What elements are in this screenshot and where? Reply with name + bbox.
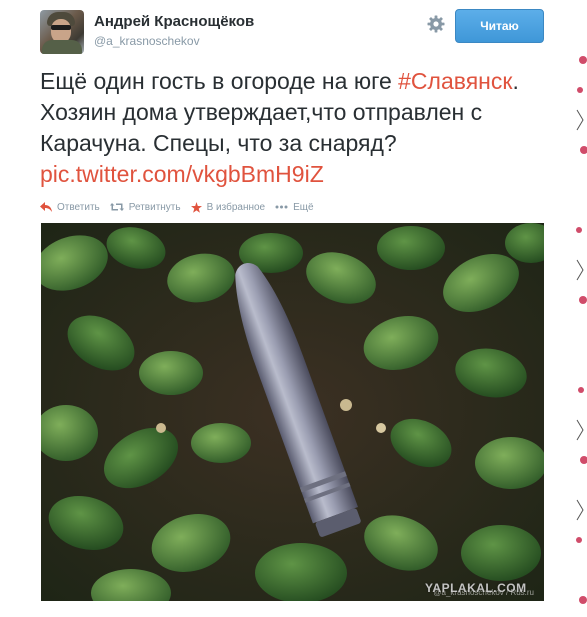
hashtag-link[interactable]: #Славянск [398, 68, 512, 94]
tweet-card: Андрей Краснощёков @a_krasnoschekov Чита… [0, 0, 570, 617]
author-name[interactable]: Андрей Краснощёков [94, 13, 254, 30]
site-watermark: YAPLAKAL.COM [425, 581, 527, 595]
tweet-actions: Ответить Ретвитнуть В избранное Ещё [40, 199, 324, 215]
gear-icon[interactable] [426, 14, 446, 34]
favorite-button[interactable]: В избранное [190, 201, 266, 213]
side-decoration [576, 56, 587, 604]
retweet-button[interactable]: Ретвитнуть [109, 201, 181, 213]
favorite-label: В избранное [206, 201, 266, 213]
media-link[interactable]: pic.twitter.com/vkgbBmH9iZ [40, 161, 324, 187]
retweet-icon [109, 203, 124, 211]
tweet-text: Ещё один гость в огороде на юге #Славянс… [40, 66, 560, 190]
more-label: Ещё [293, 201, 314, 213]
more-dots-icon [275, 205, 288, 209]
tweet-photo[interactable]: @a_krasnoschekov / Rus.ru [41, 223, 544, 601]
reply-label: Ответить [57, 201, 100, 213]
avatar[interactable] [40, 10, 84, 54]
tweet-text-part1: Ещё один гость в огороде на юге [40, 68, 399, 94]
more-button[interactable]: Ещё [275, 201, 314, 213]
reply-icon [40, 202, 52, 212]
artillery-shell-photo [41, 223, 544, 601]
star-icon [190, 201, 202, 213]
author-handle[interactable]: @a_krasnoschekov [94, 34, 200, 48]
reply-button[interactable]: Ответить [40, 202, 100, 213]
retweet-label: Ретвитнуть [128, 201, 181, 213]
follow-button[interactable]: Читаю [455, 9, 544, 43]
